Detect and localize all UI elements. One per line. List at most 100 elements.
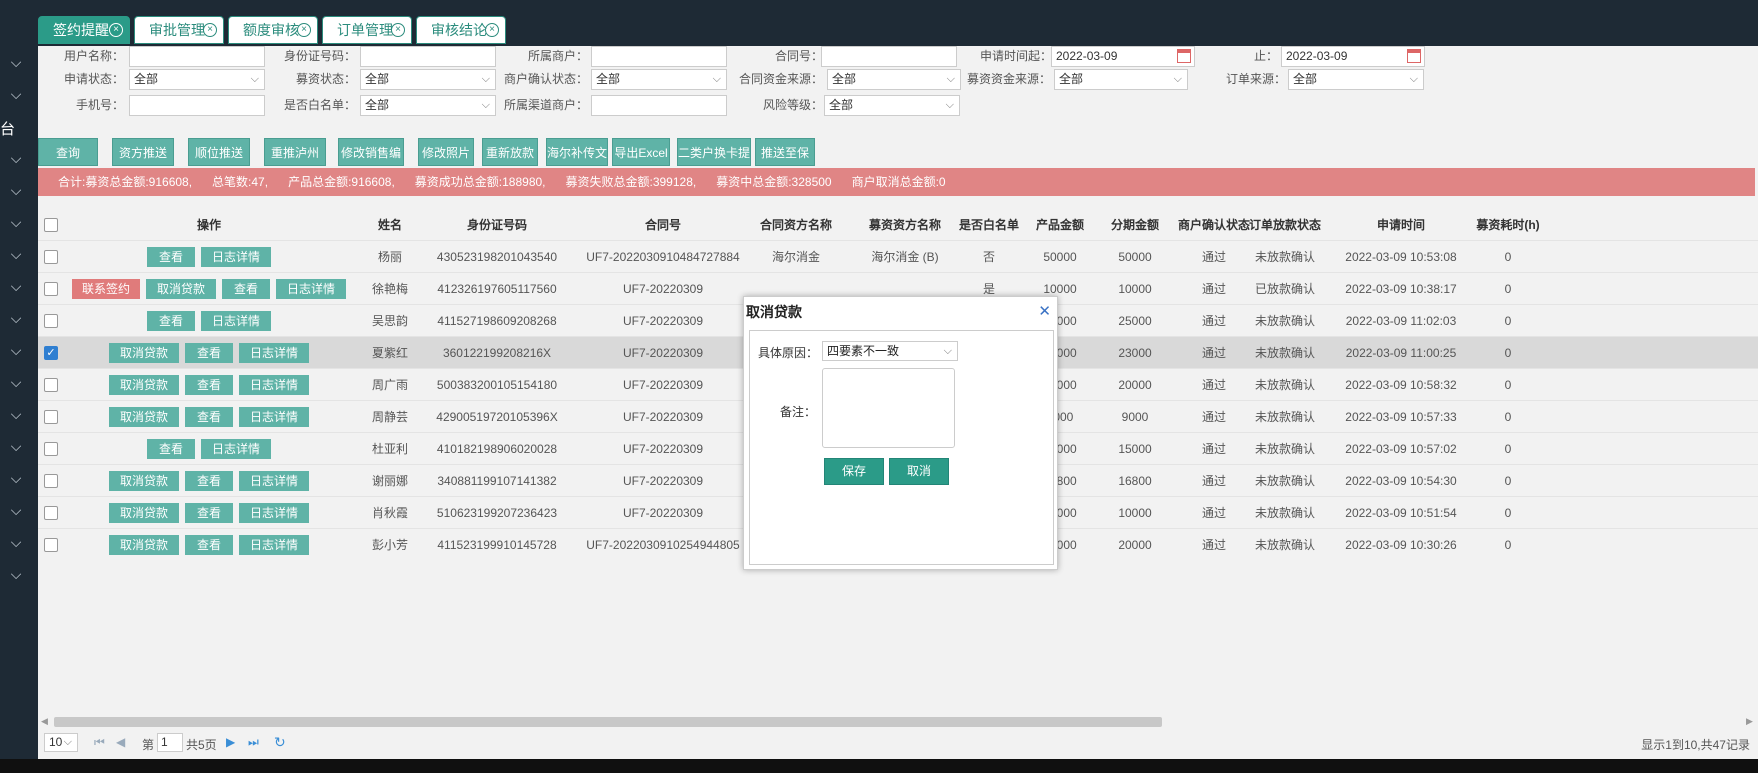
toolbar-button-10[interactable]: 二类户换卡提现 [677,138,751,188]
chevron-down-icon[interactable]: ⌵ [8,86,24,102]
reason-select[interactable]: 四要素不一致 ⌵ [822,341,958,361]
id-no-input[interactable] [360,46,496,67]
cancel-button[interactable]: 取消贷款 [109,535,179,555]
row-checkbox[interactable] [44,314,58,328]
chevron-down-icon[interactable]: ⌵ [8,534,24,550]
calendar-icon[interactable] [1177,49,1191,63]
chevron-down-icon[interactable]: ⌵ [8,374,24,390]
calendar-icon[interactable] [1407,49,1421,63]
apply-from-input[interactable]: 2022-03-09 [1051,46,1195,67]
apply-to-input[interactable]: 2022-03-09 [1281,46,1425,67]
log-button[interactable]: 日志详情 [239,503,309,523]
log-button[interactable]: 日志详情 [239,375,309,395]
log-button[interactable]: 日志详情 [276,279,346,299]
view-button[interactable]: 查看 [185,503,233,523]
toolbar-button-3[interactable]: 顺位推送 [188,138,250,166]
cancel-button[interactable]: 取消贷款 [146,279,216,299]
last-page-icon[interactable]: ⏭ [248,735,259,750]
phone-input[interactable] [129,95,265,116]
close-icon[interactable]: ✕ [1038,304,1051,320]
log-button[interactable]: 日志详情 [201,247,271,267]
toolbar-button-6[interactable]: 修改照片 [418,138,474,166]
chevron-down-icon[interactable]: ⌵ [8,342,24,358]
toolbar-button-7[interactable]: 重新放款 [482,138,538,166]
risk-level-select[interactable]: 全部 ⌵ [824,95,960,116]
channel-merchant-input[interactable] [591,95,727,116]
cancel-button[interactable]: 取消贷款 [109,471,179,491]
view-button[interactable]: 查看 [147,439,195,459]
tab-5[interactable]: 审核结论 × [416,16,506,44]
user-name-input[interactable] [129,46,265,67]
row-checkbox[interactable] [44,474,58,488]
remark-textarea[interactable] [822,368,955,448]
cancel-button[interactable]: 取消 [889,458,949,485]
log-button[interactable]: 日志详情 [201,439,271,459]
contact-button[interactable]: 联系签约 [72,279,140,299]
log-button[interactable]: 日志详情 [201,311,271,331]
view-button[interactable]: 查看 [185,471,233,491]
toolbar-button-9[interactable]: 导出Excel [612,138,670,166]
toolbar-button-4[interactable]: 重推泸州 [264,138,326,166]
cancel-button[interactable]: 取消贷款 [109,407,179,427]
contract-source-select[interactable]: 全部 ⌵ [827,69,961,90]
chevron-down-icon[interactable]: ⌵ [8,182,24,198]
scroll-left-icon[interactable]: ◀ [41,714,48,728]
view-button[interactable]: 查看 [147,311,195,331]
log-button[interactable]: 日志详情 [239,343,309,363]
toolbar-button-1[interactable]: 查询 [38,138,98,166]
page-number-input[interactable]: 1 [157,733,183,752]
save-button[interactable]: 保存 [824,458,884,485]
prev-page-icon[interactable]: ◀ [116,735,125,749]
close-icon[interactable]: × [109,23,123,37]
view-button[interactable]: 查看 [185,407,233,427]
row-checkbox[interactable] [44,282,58,296]
chevron-down-icon[interactable]: ⌵ [8,406,24,422]
horizontal-scrollbar[interactable]: ◀ ▶ [38,714,1758,728]
log-button[interactable]: 日志详情 [239,407,309,427]
row-checkbox[interactable] [44,378,58,392]
row-checkbox[interactable] [44,506,58,520]
row-checkbox[interactable] [44,538,58,552]
row-checkbox[interactable] [44,410,58,424]
chevron-down-icon[interactable]: ⌵ [8,502,24,518]
toolbar-button-8[interactable]: 海尔补传文件 [546,138,608,188]
close-icon[interactable]: × [297,23,311,37]
toolbar-button-2[interactable]: 资方推送 [112,138,174,166]
row-checkbox[interactable] [44,250,58,264]
chevron-down-icon[interactable]: ⌵ [8,54,24,70]
view-button[interactable]: 查看 [147,247,195,267]
first-page-icon[interactable]: ⏮ [94,735,105,750]
row-checkbox[interactable]: ✓ [44,346,58,360]
apply-status-select[interactable]: 全部 ⌵ [129,69,265,90]
view-button[interactable]: 查看 [185,535,233,555]
page-size-select[interactable]: 10 ⌵ [44,733,78,752]
close-icon[interactable]: × [485,23,499,37]
row-checkbox[interactable] [44,442,58,456]
tab-3[interactable]: 额度审核 × [228,16,318,44]
merchant-input[interactable] [591,46,727,67]
chevron-down-icon[interactable]: ⌵ [8,566,24,582]
cancel-button[interactable]: 取消贷款 [109,503,179,523]
refresh-icon[interactable]: ↻ [274,734,286,751]
tab-4[interactable]: 订单管理 × [322,16,412,44]
tab-2[interactable]: 审批管理 × [134,16,224,44]
chevron-down-icon[interactable]: ⌵ [8,278,24,294]
contract-no-input[interactable] [821,46,957,67]
scrollbar-thumb[interactable] [54,717,1162,727]
toolbar-button-5[interactable]: 修改销售编码 [338,138,404,188]
chevron-down-icon[interactable]: ⌵ [8,470,24,486]
order-source-select[interactable]: 全部 ⌵ [1288,69,1424,90]
close-icon[interactable]: × [203,23,217,37]
close-icon[interactable]: × [391,23,405,37]
toolbar-button-11[interactable]: 推送至保理 [755,138,815,188]
next-page-icon[interactable]: ▶ [226,735,235,749]
view-button[interactable]: 查看 [222,279,270,299]
view-button[interactable]: 查看 [185,375,233,395]
fund-status-select[interactable]: 全部 ⌵ [360,69,496,90]
cancel-button[interactable]: 取消贷款 [109,375,179,395]
whitelist-select[interactable]: 全部 ⌵ [360,95,496,116]
log-button[interactable]: 日志详情 [239,471,309,491]
scroll-right-icon[interactable]: ▶ [1746,714,1753,728]
select-all-checkbox[interactable] [44,218,58,232]
chevron-down-icon[interactable]: ⌵ [8,150,24,166]
